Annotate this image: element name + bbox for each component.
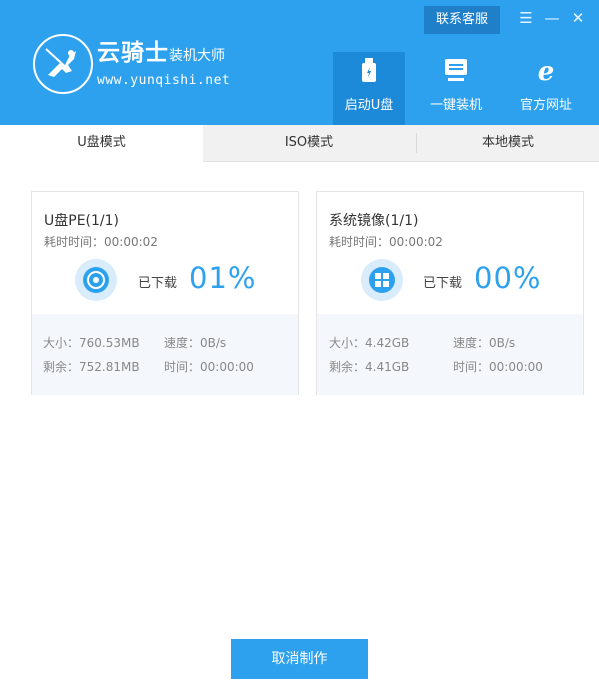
close-icon[interactable]: ✕: [568, 8, 588, 28]
cancel-button[interactable]: 取消制作: [231, 639, 368, 679]
contact-support-button[interactable]: 联系客服: [424, 6, 500, 34]
windows-logo-icon: [361, 259, 403, 301]
nav-one-click-install-label: 一键装机: [429, 98, 482, 113]
minimize-icon[interactable]: —: [542, 8, 562, 28]
knight-logo-icon: [33, 34, 93, 94]
logo-url: www.yunqishi.net: [97, 73, 231, 88]
tab-iso-mode[interactable]: ISO模式: [203, 125, 415, 161]
disc-icon: [75, 259, 117, 301]
time-stat: 时间：00:00:00: [164, 360, 254, 374]
app-logo-text: 云骑士装机大师 www.yunqishi.net: [97, 40, 230, 88]
size-stat: 大小：4.42GB: [329, 336, 410, 350]
nav-official-site[interactable]: e 官方网址: [510, 52, 582, 125]
download-card-system-image: 系统镜像(1/1) 耗时时间：00:00:02 已下载 00% 大小：4.42G…: [316, 191, 584, 395]
speed-stat: 速度：0B/s: [453, 336, 516, 350]
usb-drive-icon: [333, 58, 405, 84]
download-percent: 00%: [474, 261, 542, 295]
card-title: U盘PE(1/1): [44, 213, 119, 229]
card-stats: 大小：4.42GB 速度：0B/s 剩余：4.41GB 时间：00:00:00: [317, 314, 583, 395]
download-card-pe: U盘PE(1/1) 耗时时间：00:00:02 已下载 01% 大小：760.5…: [31, 191, 299, 395]
card-stats: 大小：760.53MB 速度：0B/s 剩余：752.81MB 时间：00:00…: [32, 314, 298, 395]
logo-main: 云骑士: [97, 40, 169, 66]
card-title: 系统镜像(1/1): [329, 213, 419, 229]
logo-sub: 装机大师: [169, 48, 225, 64]
card-elapsed-time: 耗时时间：00:00:02: [44, 235, 158, 249]
downloaded-label: 已下载: [138, 276, 178, 291]
remaining-stat: 剩余：752.81MB: [43, 360, 140, 374]
download-percent: 01%: [189, 261, 257, 295]
time-stat: 时间：00:00:00: [453, 360, 543, 374]
nav-one-click-install[interactable]: 一键装机: [420, 52, 492, 125]
card-elapsed-time: 耗时时间：00:00:02: [329, 235, 443, 249]
speed-stat: 速度：0B/s: [164, 336, 227, 350]
menu-icon[interactable]: ☰: [516, 8, 536, 28]
monitor-icon: [420, 58, 492, 84]
svg-text:e: e: [538, 58, 555, 82]
downloaded-label: 已下载: [423, 276, 463, 291]
nav-usb-boot[interactable]: 启动U盘: [333, 52, 405, 125]
size-stat: 大小：760.53MB: [43, 336, 140, 350]
tab-local-mode[interactable]: 本地模式: [417, 125, 599, 161]
nav-usb-boot-label: 启动U盘: [344, 98, 394, 113]
remaining-stat: 剩余：4.41GB: [329, 360, 410, 374]
nav-official-site-label: 官方网址: [519, 98, 572, 113]
mode-tabs: U盘模式 ISO模式 本地模式: [0, 125, 599, 162]
tab-usb-mode[interactable]: U盘模式: [0, 125, 203, 162]
ie-browser-icon: e: [510, 58, 582, 84]
title-bar: 云骑士装机大师 www.yunqishi.net 联系客服 ☰ — ✕ 启动U盘…: [0, 0, 599, 125]
